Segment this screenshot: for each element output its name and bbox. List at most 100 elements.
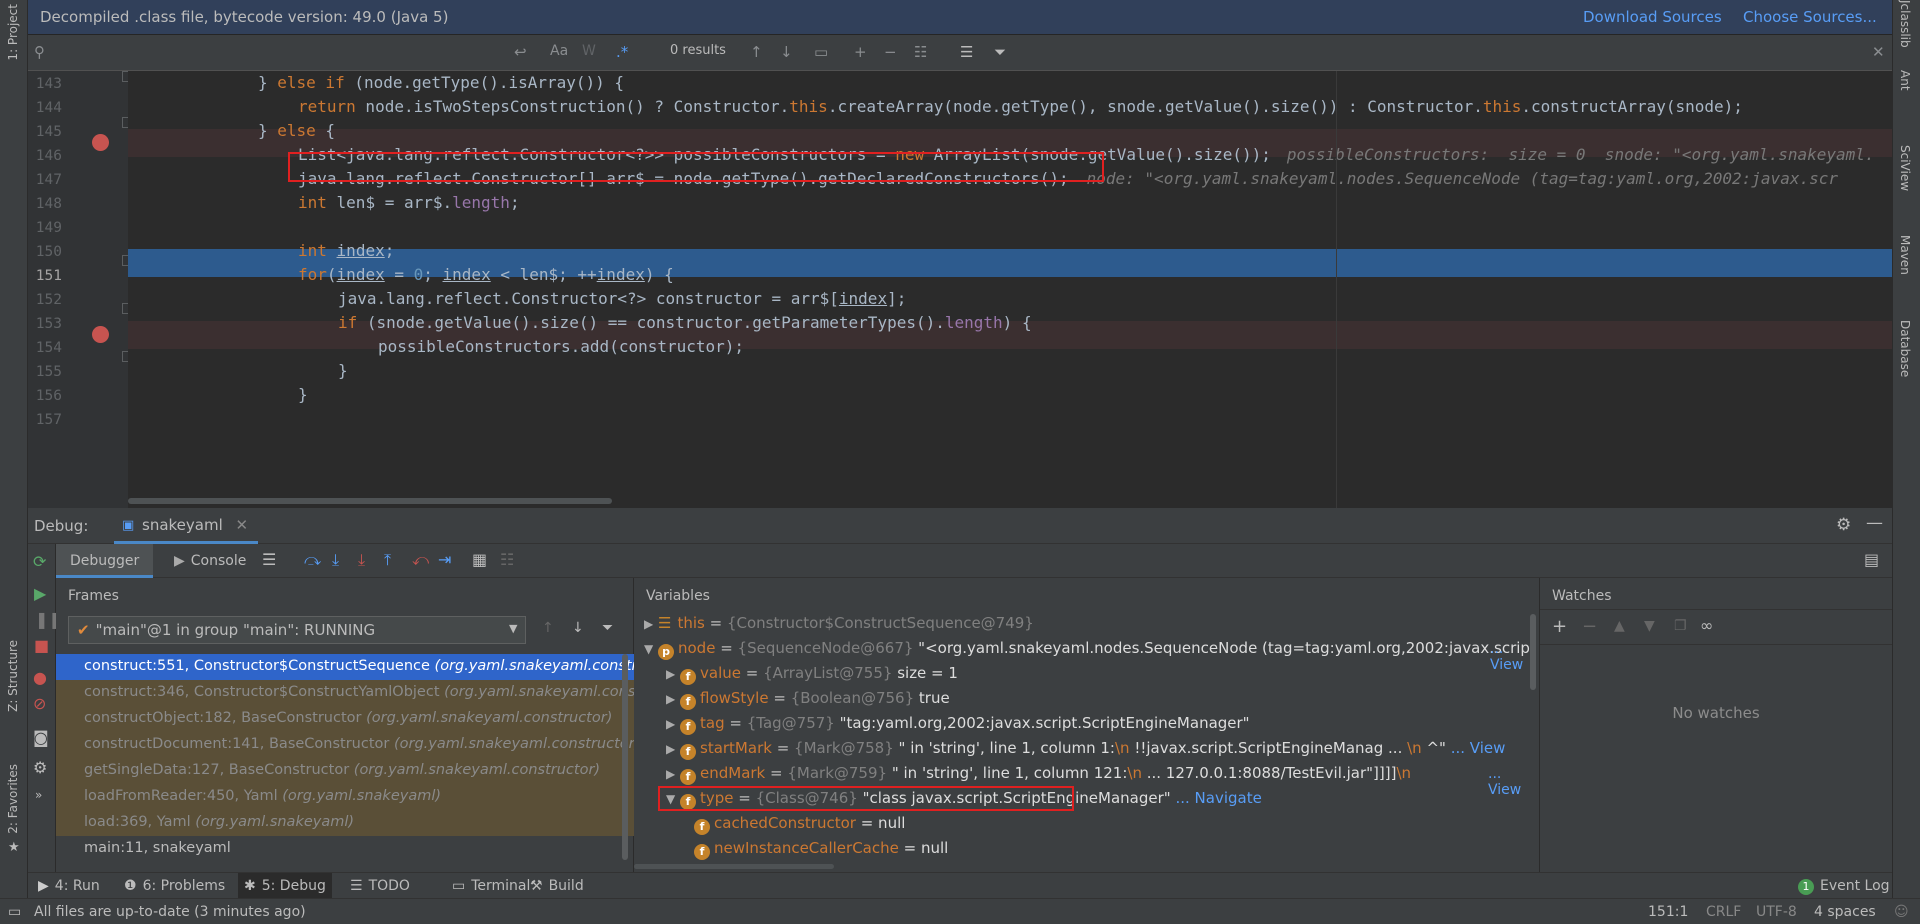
- var-row-this[interactable]: ▶ ☰ this = {Constructor$ConstructSequence@…: [644, 614, 1034, 639]
- rerun-icon[interactable]: ⟳: [33, 552, 46, 571]
- navigate-link[interactable]: ... Navigate: [1171, 789, 1261, 807]
- duplicate-icon[interactable]: ❐: [1674, 618, 1687, 634]
- match-case-toggle[interactable]: Aa: [550, 43, 568, 59]
- step-out-icon[interactable]: ⤒: [384, 550, 391, 570]
- remove-occurrence-icon[interactable]: −: [884, 43, 897, 61]
- frame-item[interactable]: constructObject:182, BaseConstructor (or…: [56, 706, 634, 732]
- remove-watch-icon[interactable]: −: [1582, 616, 1597, 637]
- line-separator[interactable]: CRLF: [1706, 904, 1741, 920]
- whole-word-toggle[interactable]: W: [582, 43, 596, 59]
- frame-item[interactable]: constructDocument:141, BaseConstructor (…: [56, 732, 634, 758]
- move-down-icon[interactable]: ▼: [1644, 618, 1655, 634]
- tab-run[interactable]: ▶ 4: Run: [38, 878, 100, 894]
- select-all-icon[interactable]: ☷: [914, 43, 927, 61]
- step-over-icon[interactable]: ⤼: [304, 550, 321, 570]
- move-up-icon[interactable]: ▲: [1614, 618, 1625, 634]
- inspector-icon[interactable]: ☺: [1894, 904, 1909, 920]
- view-breakpoints-icon[interactable]: ●: [33, 668, 47, 687]
- search-icon[interactable]: ⚲: [34, 43, 45, 61]
- prev-occurrence-icon[interactable]: ↑: [750, 43, 763, 61]
- evaluate-expression-icon[interactable]: ▦: [472, 550, 487, 569]
- more-icon[interactable]: »: [35, 788, 42, 802]
- sciview-tool-tab[interactable]: SciView: [1898, 145, 1912, 191]
- variables-h-scrollbar[interactable]: [634, 864, 834, 869]
- var-row-node[interactable]: ▼ p node = {SequenceNode@667} "<org.yaml.s…: [644, 639, 1530, 664]
- run-to-cursor-icon[interactable]: ⇥: [438, 550, 451, 569]
- var-row-startmark[interactable]: ▶ f startMark = {Mark@758} " in 'string', …: [666, 739, 1505, 764]
- drop-frame-icon[interactable]: ⤺: [412, 550, 429, 570]
- status-tool-icon[interactable]: ▭: [8, 904, 21, 920]
- horizontal-scrollbar[interactable]: [128, 498, 612, 504]
- view-link[interactable]: ... View: [1488, 766, 1539, 798]
- tab-terminal[interactable]: ▭ Terminal: [452, 878, 530, 894]
- tab-event-log[interactable]: 1 Event Log: [1798, 878, 1890, 895]
- frame-item-selected[interactable]: construct:551, Constructor$ConstructSequ…: [56, 654, 634, 680]
- glasses-icon[interactable]: ∞: [1700, 616, 1713, 635]
- frame-item[interactable]: getSingleData:127, BaseConstructor (org.…: [56, 758, 634, 784]
- breakpoint-icon[interactable]: [92, 134, 109, 151]
- tab-debug[interactable]: ✱ 5: Debug: [238, 873, 332, 899]
- view-link[interactable]: ... View: [1446, 739, 1506, 757]
- mute-breakpoints-icon[interactable]: ⊘: [33, 694, 46, 713]
- var-row-newinstancecallercache[interactable]: f newInstanceCallerCache = null: [694, 839, 948, 864]
- settings-icon[interactable]: ⚙: [33, 758, 47, 777]
- jclasslib-tool-tab[interactable]: Jclasslib: [1898, 0, 1912, 48]
- param-icon: p: [658, 644, 674, 660]
- add-occurrence-icon[interactable]: +: [854, 43, 867, 61]
- minimize-icon[interactable]: —: [1866, 513, 1883, 533]
- camera-icon[interactable]: ◙: [33, 728, 49, 747]
- favorites-tool-tab[interactable]: 2: Favorites: [6, 764, 20, 834]
- line-number: 156: [35, 388, 62, 404]
- var-row-flowstyle[interactable]: ▶ f flowStyle = {Boolean@756} true: [666, 689, 950, 714]
- frame-up-icon[interactable]: ↑: [542, 620, 554, 636]
- var-row-cachedconstructor[interactable]: f cachedConstructor = null: [694, 814, 905, 839]
- frame-down-icon[interactable]: ↓: [572, 620, 584, 636]
- project-tool-tab[interactable]: 1: Project: [6, 4, 20, 61]
- trace-icon[interactable]: ☷: [500, 550, 514, 569]
- file-encoding[interactable]: UTF-8: [1756, 904, 1797, 920]
- close-search-icon[interactable]: ✕: [1872, 43, 1885, 61]
- tab-problems[interactable]: ❶ 6: Problems: [124, 878, 225, 894]
- add-watch-icon[interactable]: +: [1552, 616, 1567, 637]
- database-tool-tab[interactable]: Database: [1898, 320, 1912, 377]
- multiline-icon[interactable]: ☰: [960, 43, 973, 61]
- var-row-tag[interactable]: ▶ f tag = {Tag@757} "tag:yaml.org,2002:jav…: [666, 714, 1250, 739]
- show-execution-point-icon[interactable]: ☰: [262, 550, 276, 569]
- var-row-value[interactable]: ▶ f value = {ArrayList@755} size = 1: [666, 664, 958, 689]
- choose-sources-link[interactable]: Choose Sources...: [1743, 8, 1877, 26]
- maven-tool-tab[interactable]: Maven: [1898, 235, 1912, 275]
- frames-scrollbar[interactable]: [622, 654, 628, 860]
- tab-todo[interactable]: ☰ TODO: [350, 878, 410, 894]
- tab-build[interactable]: ⚒ Build: [530, 878, 584, 894]
- variables-scrollbar[interactable]: [1530, 614, 1536, 690]
- resume-icon[interactable]: ▶: [34, 584, 46, 603]
- tab-debugger[interactable]: Debugger: [56, 544, 154, 578]
- indent-setting[interactable]: 4 spaces: [1814, 904, 1876, 920]
- tab-console[interactable]: ▶ Console: [174, 553, 246, 569]
- thread-selector[interactable]: ✔ "main"@1 in group "main": RUNNING ▼: [68, 616, 526, 644]
- breakpoint-icon[interactable]: [92, 326, 109, 343]
- debug-session-tab[interactable]: ▣ snakeyaml ✕: [114, 508, 259, 544]
- close-tab-icon[interactable]: ✕: [236, 516, 249, 534]
- filter-icon[interactable]: ⏷: [994, 43, 1006, 61]
- frame-item[interactable]: loadFromReader:450, Yaml (org.yaml.snake…: [56, 784, 634, 810]
- structure-tool-tab[interactable]: Z: Structure: [6, 640, 20, 712]
- download-sources-link[interactable]: Download Sources: [1583, 8, 1722, 26]
- force-step-into-icon[interactable]: ⤓: [358, 550, 365, 570]
- stop-icon[interactable]: ■: [34, 636, 49, 655]
- frames-filter-icon[interactable]: ⏷: [602, 620, 613, 636]
- frame-item[interactable]: construct:346, Constructor$ConstructYaml…: [56, 680, 634, 706]
- settings-gear-icon[interactable]: ⚙: [1836, 515, 1851, 535]
- select-all-occurrences-icon[interactable]: ▭: [814, 43, 828, 61]
- regex-toggle[interactable]: .*: [616, 43, 628, 61]
- layout-settings-icon[interactable]: ▤: [1864, 550, 1879, 569]
- regex-history-icon[interactable]: ↩: [514, 43, 527, 61]
- next-occurrence-icon[interactable]: ↓: [780, 43, 793, 61]
- frame-item[interactable]: main:11, snakeyaml: [56, 836, 634, 862]
- code-editor[interactable]: } else if (node.getType().isArray()) { r…: [128, 71, 1892, 508]
- frame-item[interactable]: load:369, Yaml (org.yaml.snakeyaml): [56, 810, 634, 836]
- ant-tool-tab[interactable]: Ant: [1898, 70, 1912, 91]
- left-tool-strip: 1: Project Z: Structure 2: Favorites ★: [0, 0, 28, 898]
- caret-position[interactable]: 151:1: [1648, 904, 1688, 920]
- step-into-icon[interactable]: ⤓: [332, 550, 339, 570]
